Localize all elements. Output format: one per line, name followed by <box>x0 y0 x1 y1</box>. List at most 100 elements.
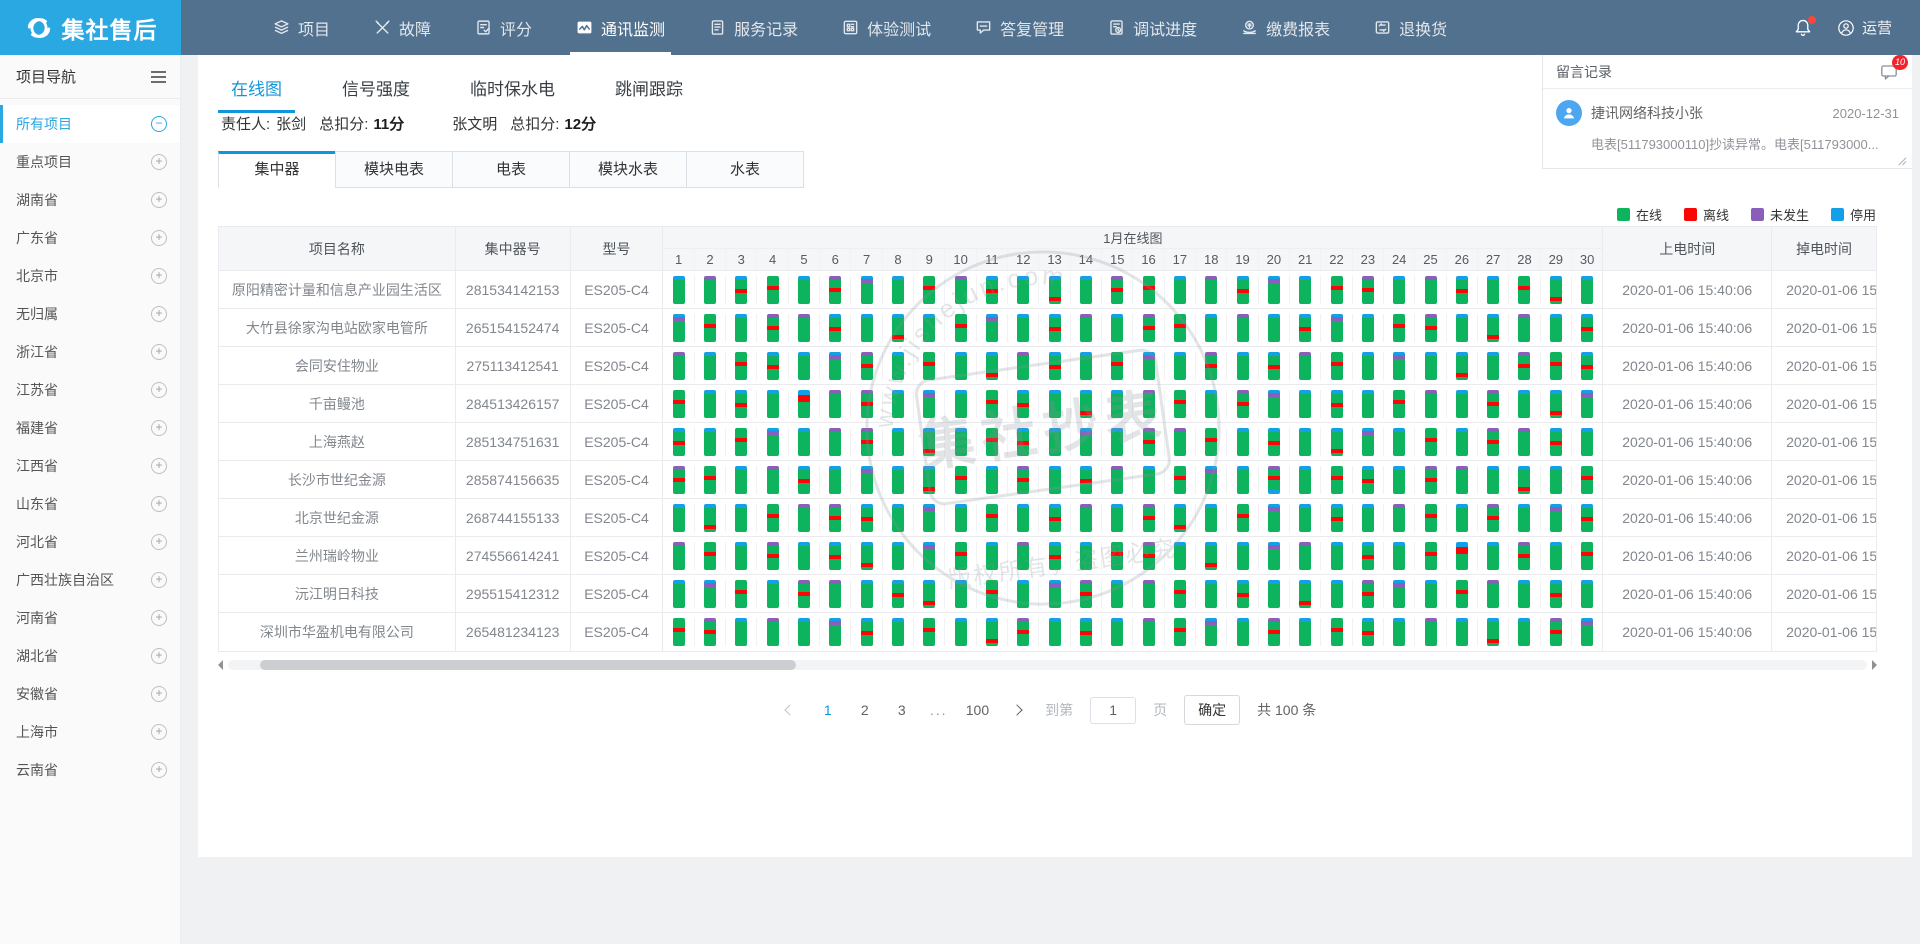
day-status-cell[interactable] <box>726 542 757 570</box>
day-status-cell[interactable] <box>945 428 976 456</box>
sidebar-item[interactable]: 江西省+ <box>0 447 180 485</box>
day-status-cell[interactable] <box>1008 618 1039 646</box>
expand-circle-icon[interactable]: + <box>151 420 167 436</box>
day-status-cell[interactable] <box>1541 390 1572 418</box>
day-status-cell[interactable] <box>757 276 788 304</box>
expand-circle-icon[interactable]: + <box>151 762 167 778</box>
sidebar-item[interactable]: 所有项目− <box>0 105 180 143</box>
expand-circle-icon[interactable]: + <box>151 648 167 664</box>
day-status-cell[interactable] <box>851 390 882 418</box>
day-status-cell[interactable] <box>1447 504 1478 532</box>
day-status-cell[interactable] <box>1572 504 1602 532</box>
day-status-cell[interactable] <box>977 390 1008 418</box>
day-status-cell[interactable] <box>851 504 882 532</box>
day-status-cell[interactable] <box>1259 314 1290 342</box>
day-status-cell[interactable] <box>1541 352 1572 380</box>
day-status-cell[interactable] <box>1509 314 1540 342</box>
day-status-cell[interactable] <box>1478 428 1509 456</box>
day-status-cell[interactable] <box>851 618 882 646</box>
day-status-cell[interactable] <box>1447 580 1478 608</box>
day-status-cell[interactable] <box>1572 466 1602 494</box>
day-status-cell[interactable] <box>1478 504 1509 532</box>
message-bubble-icon[interactable]: 10 <box>1879 63 1899 81</box>
sidebar-item[interactable]: 北京市+ <box>0 257 180 295</box>
day-status-cell[interactable] <box>851 276 882 304</box>
day-status-cell[interactable] <box>1196 314 1227 342</box>
day-status-cell[interactable] <box>1008 314 1039 342</box>
day-status-cell[interactable] <box>726 428 757 456</box>
day-status-cell[interactable] <box>789 504 820 532</box>
day-status-cell[interactable] <box>1384 428 1415 456</box>
next-page-button[interactable] <box>1006 699 1028 721</box>
day-status-cell[interactable] <box>1165 390 1196 418</box>
day-status-cell[interactable] <box>1102 314 1133 342</box>
day-status-cell[interactable] <box>945 466 976 494</box>
day-status-cell[interactable] <box>695 276 726 304</box>
day-status-cell[interactable] <box>1572 580 1602 608</box>
day-status-cell[interactable] <box>1165 542 1196 570</box>
day-status-cell[interactable] <box>1039 314 1070 342</box>
day-status-cell[interactable] <box>1509 390 1540 418</box>
expand-circle-icon[interactable]: + <box>151 382 167 398</box>
day-status-cell[interactable] <box>1509 580 1540 608</box>
day-status-cell[interactable] <box>1165 276 1196 304</box>
day-status-cell[interactable] <box>1196 276 1227 304</box>
day-status-cell[interactable] <box>1259 618 1290 646</box>
day-status-cell[interactable] <box>914 314 945 342</box>
day-status-cell[interactable] <box>914 276 945 304</box>
day-status-cell[interactable] <box>1415 542 1446 570</box>
day-status-cell[interactable] <box>1039 276 1070 304</box>
day-status-cell[interactable] <box>1008 466 1039 494</box>
day-status-cell[interactable] <box>1259 276 1290 304</box>
day-status-cell[interactable] <box>726 618 757 646</box>
day-status-cell[interactable] <box>1165 428 1196 456</box>
day-status-cell[interactable] <box>1384 314 1415 342</box>
day-status-cell[interactable] <box>1008 276 1039 304</box>
day-status-cell[interactable] <box>1290 314 1321 342</box>
day-status-cell[interactable] <box>1509 428 1540 456</box>
user-menu[interactable]: 运营 <box>1837 17 1892 38</box>
expand-circle-icon[interactable]: + <box>151 610 167 626</box>
day-status-cell[interactable] <box>663 504 694 532</box>
nav-item-reply[interactable]: 答复管理 <box>975 0 1064 55</box>
day-status-cell[interactable] <box>1133 352 1164 380</box>
day-status-cell[interactable] <box>1541 542 1572 570</box>
day-status-cell[interactable] <box>789 580 820 608</box>
subtab-concentrator[interactable]: 集中器 <box>218 151 336 188</box>
day-status-cell[interactable] <box>1102 352 1133 380</box>
sidebar-item[interactable]: 河南省+ <box>0 599 180 637</box>
day-status-cell[interactable] <box>1572 618 1602 646</box>
nav-item-returns[interactable]: 退换货 <box>1374 0 1447 55</box>
day-status-cell[interactable] <box>1415 580 1446 608</box>
day-status-cell[interactable] <box>914 352 945 380</box>
day-status-cell[interactable] <box>1227 352 1258 380</box>
day-status-cell[interactable] <box>1572 314 1602 342</box>
day-status-cell[interactable] <box>695 352 726 380</box>
day-status-cell[interactable] <box>977 276 1008 304</box>
day-status-cell[interactable] <box>1353 352 1384 380</box>
day-status-cell[interactable] <box>1259 428 1290 456</box>
day-status-cell[interactable] <box>883 314 914 342</box>
day-status-cell[interactable] <box>1102 504 1133 532</box>
page-number[interactable]: 1 <box>818 702 838 718</box>
sidebar-item[interactable]: 广西壮族自治区+ <box>0 561 180 599</box>
expand-circle-icon[interactable]: + <box>151 268 167 284</box>
day-status-cell[interactable] <box>1039 428 1070 456</box>
day-status-cell[interactable] <box>1478 580 1509 608</box>
day-status-cell[interactable] <box>1572 542 1602 570</box>
day-status-cell[interactable] <box>1541 466 1572 494</box>
day-status-cell[interactable] <box>1478 542 1509 570</box>
day-status-cell[interactable] <box>914 390 945 418</box>
day-status-cell[interactable] <box>851 352 882 380</box>
day-status-cell[interactable] <box>1447 276 1478 304</box>
nav-item-payment[interactable]: 缴费报表 <box>1241 0 1330 55</box>
expand-circle-icon[interactable]: + <box>151 686 167 702</box>
page-number[interactable]: 2 <box>855 702 875 718</box>
day-status-cell[interactable] <box>695 542 726 570</box>
day-status-cell[interactable] <box>1384 466 1415 494</box>
day-status-cell[interactable] <box>914 504 945 532</box>
day-status-cell[interactable] <box>1196 390 1227 418</box>
day-status-cell[interactable] <box>1133 504 1164 532</box>
sidebar-item[interactable]: 湖南省+ <box>0 181 180 219</box>
day-status-cell[interactable] <box>1008 428 1039 456</box>
